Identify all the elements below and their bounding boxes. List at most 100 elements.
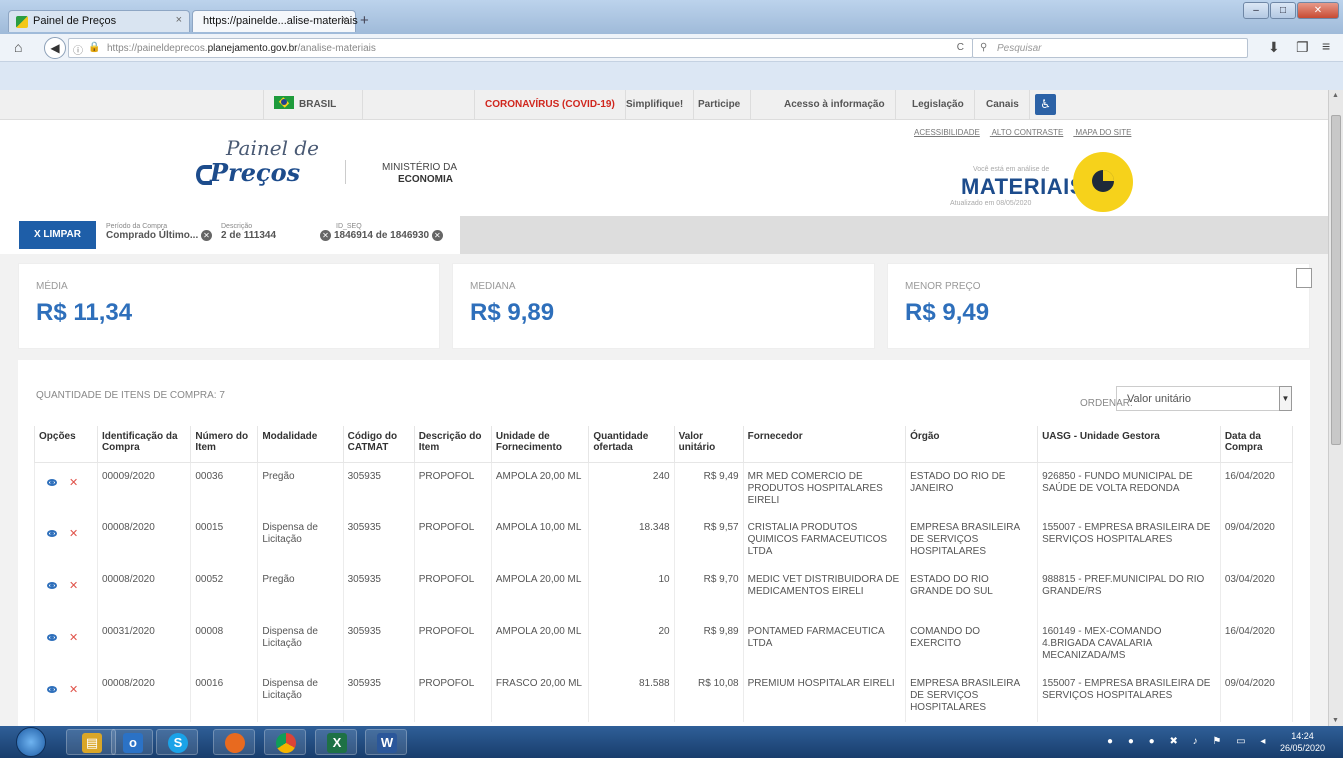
col-header[interactable]: Código do CATMAT xyxy=(342,426,415,463)
cell-supplier: MR MED COMERCIO DE PRODUTOS HOSPITALARES… xyxy=(742,462,907,514)
filter-descricao: Descrição 2 de 111344 xyxy=(221,223,276,241)
filter-value: 2 de 111344 xyxy=(221,230,277,241)
view-icon[interactable] xyxy=(47,634,57,641)
view-icon[interactable] xyxy=(47,530,57,537)
sort-select[interactable]: Valor unitário ▼ xyxy=(1116,386,1292,411)
logo-top-text[interactable]: Painel de xyxy=(226,136,319,160)
col-header[interactable]: UASG - Unidade Gestora xyxy=(1037,426,1221,463)
col-header[interactable]: Descrição do Item xyxy=(413,426,492,463)
filter-id-seq: ID_SEQ ✕ 1846914 de 1846930 ✕ xyxy=(320,223,446,241)
remove-filter-icon[interactable]: ✕ xyxy=(201,230,213,241)
chevron-down-icon[interactable]: ▼ xyxy=(1279,386,1292,411)
remove-icon[interactable]: ✕ xyxy=(69,684,78,696)
ministry-line1: MINISTÉRIO DA xyxy=(382,162,458,173)
system-tray[interactable]: ● ● ● ✖ ♪ ⚑ ▭ ◂ xyxy=(1107,736,1271,747)
taskbar-skype[interactable]: S xyxy=(156,729,198,755)
tab-close-icon[interactable]: × xyxy=(342,14,348,26)
download-icon[interactable]: ⬇ xyxy=(1268,39,1280,56)
tab-close-icon[interactable]: × xyxy=(176,14,182,26)
sidebar-icon[interactable]: ❐ xyxy=(1296,39,1309,56)
col-header[interactable]: Quantidade ofertada xyxy=(588,426,675,463)
clear-filters-button[interactable]: X LIMPAR xyxy=(19,221,96,249)
menu-icon[interactable]: ≡ xyxy=(1322,38,1330,54)
excel-icon: X xyxy=(327,733,347,753)
section-badge[interactable] xyxy=(1073,152,1133,212)
col-header[interactable]: Valor unitário xyxy=(673,426,744,463)
col-header[interactable]: Órgão xyxy=(905,426,1039,463)
remove-icon[interactable]: ✕ xyxy=(69,528,78,540)
canais-link[interactable]: Canais xyxy=(976,90,1030,120)
remove-filter-icon[interactable]: ✕ xyxy=(320,230,331,241)
skype-icon: S xyxy=(168,733,188,753)
item-count: QUANTIDADE DE ITENS DE COMPRA: 7 xyxy=(36,390,225,401)
scroll-up-icon[interactable]: ▲ xyxy=(1332,92,1339,99)
taskbar-firefox[interactable] xyxy=(213,729,255,755)
col-header[interactable]: Número do Item xyxy=(190,426,259,463)
cell-catmat: 305935 xyxy=(342,670,415,722)
scrollbar-thumb[interactable] xyxy=(1331,115,1341,445)
pie-chart-icon xyxy=(1092,170,1114,192)
mean-value: R$ 11,34 xyxy=(36,299,133,326)
col-header[interactable]: Data da Compra xyxy=(1219,426,1294,463)
remove-filter-icon[interactable]: ✕ xyxy=(431,230,443,241)
info-icon[interactable]: ⓘ xyxy=(73,42,83,57)
acesso-informacao-link[interactable]: Acesso à informação xyxy=(774,90,896,120)
col-header[interactable]: Fornecedor xyxy=(742,426,907,463)
remove-icon[interactable]: ✕ xyxy=(69,632,78,644)
alto-contraste-link[interactable]: ALTO CONTRASTE xyxy=(992,128,1064,137)
simplifique-link[interactable]: Simplifique! xyxy=(616,90,695,120)
mapa-do-site-link[interactable]: MAPA DO SITE xyxy=(1076,128,1132,137)
search-input[interactable]: ⚲ Pesquisar xyxy=(972,38,1248,58)
page-scrollbar[interactable]: ▲ ▼ xyxy=(1328,90,1343,726)
participe-link[interactable]: Participe xyxy=(688,90,752,120)
covid-link[interactable]: CORONAVÍRUS (COVID-19) xyxy=(474,90,626,120)
tab-analise-materiais[interactable]: https://painelde...alise-materiais × xyxy=(192,10,358,32)
col-header: Opções xyxy=(34,426,98,463)
cell-price: R$ 9,89 xyxy=(673,618,744,670)
url-text[interactable]: https://paineldeprecos.planejamento.gov.… xyxy=(107,43,376,54)
col-header[interactable]: Modalidade xyxy=(257,426,344,463)
maximize-button[interactable]: □ xyxy=(1270,2,1296,19)
accessibility-icon[interactable]: ♿ xyxy=(1035,94,1056,115)
view-icon[interactable] xyxy=(47,686,57,693)
table-row: ✕ 00008/2020 00052 Pregão 305935 PROPOFOL AMPO… xyxy=(34,566,1294,618)
cell-id: 00008/2020 xyxy=(96,670,192,722)
print-icon[interactable] xyxy=(1296,268,1312,288)
col-header[interactable]: Unidade de Fornecimento xyxy=(490,426,590,463)
lock-icon: 🔒 xyxy=(88,42,101,53)
scroll-down-icon[interactable]: ▼ xyxy=(1332,717,1339,724)
view-icon[interactable] xyxy=(47,478,57,486)
header-divider xyxy=(345,160,346,184)
col-header[interactable]: Identificação da Compra xyxy=(96,426,192,463)
cell-price: R$ 10,08 xyxy=(673,670,744,722)
cell-price: R$ 9,57 xyxy=(673,514,744,566)
new-tab-icon[interactable]: + xyxy=(360,12,369,29)
acessibilidade-link[interactable]: ACESSIBILIDADE xyxy=(914,128,980,137)
cell-id: 00031/2020 xyxy=(96,618,192,670)
cell-desc: PROPOFOL xyxy=(413,462,492,514)
taskbar-explorer[interactable]: ▤ xyxy=(66,729,116,755)
view-icon[interactable] xyxy=(47,582,57,589)
taskbar-excel[interactable]: X xyxy=(315,729,357,755)
taskbar-chrome[interactable] xyxy=(264,729,306,755)
back-button[interactable]: ◀ xyxy=(44,37,66,59)
taskbar-word[interactable]: W xyxy=(365,729,407,755)
logo[interactable]: Preços xyxy=(196,158,300,187)
remove-icon[interactable]: ✕ xyxy=(69,477,78,489)
cell-mod: Pregão xyxy=(257,566,344,618)
remove-icon[interactable]: ✕ xyxy=(69,580,78,592)
legislacao-link[interactable]: Legislação xyxy=(902,90,975,120)
close-button[interactable]: ✕ xyxy=(1297,2,1339,19)
cell-unit: AMPOLA 10,00 ML xyxy=(490,514,590,566)
home-icon[interactable]: ⌂ xyxy=(14,39,22,55)
url-bar[interactable]: ⓘ 🔒 https://paineldeprecos.planejamento.… xyxy=(68,38,973,58)
cell-mod: Pregão xyxy=(257,462,344,514)
minimize-button[interactable]: – xyxy=(1243,2,1269,19)
start-button[interactable] xyxy=(16,727,46,757)
tab-painel-de-precos[interactable]: Painel de Preços × xyxy=(8,10,190,32)
cell-uasg: 155007 - EMPRESA BRASILEIRA DE SERVIÇOS … xyxy=(1037,514,1221,566)
clock[interactable]: 14:24 26/05/2020 xyxy=(1280,730,1325,754)
brasil-link[interactable]: BRASIL xyxy=(263,90,363,120)
reload-icon[interactable]: C xyxy=(957,42,964,53)
taskbar-outlook[interactable]: o xyxy=(111,729,153,755)
